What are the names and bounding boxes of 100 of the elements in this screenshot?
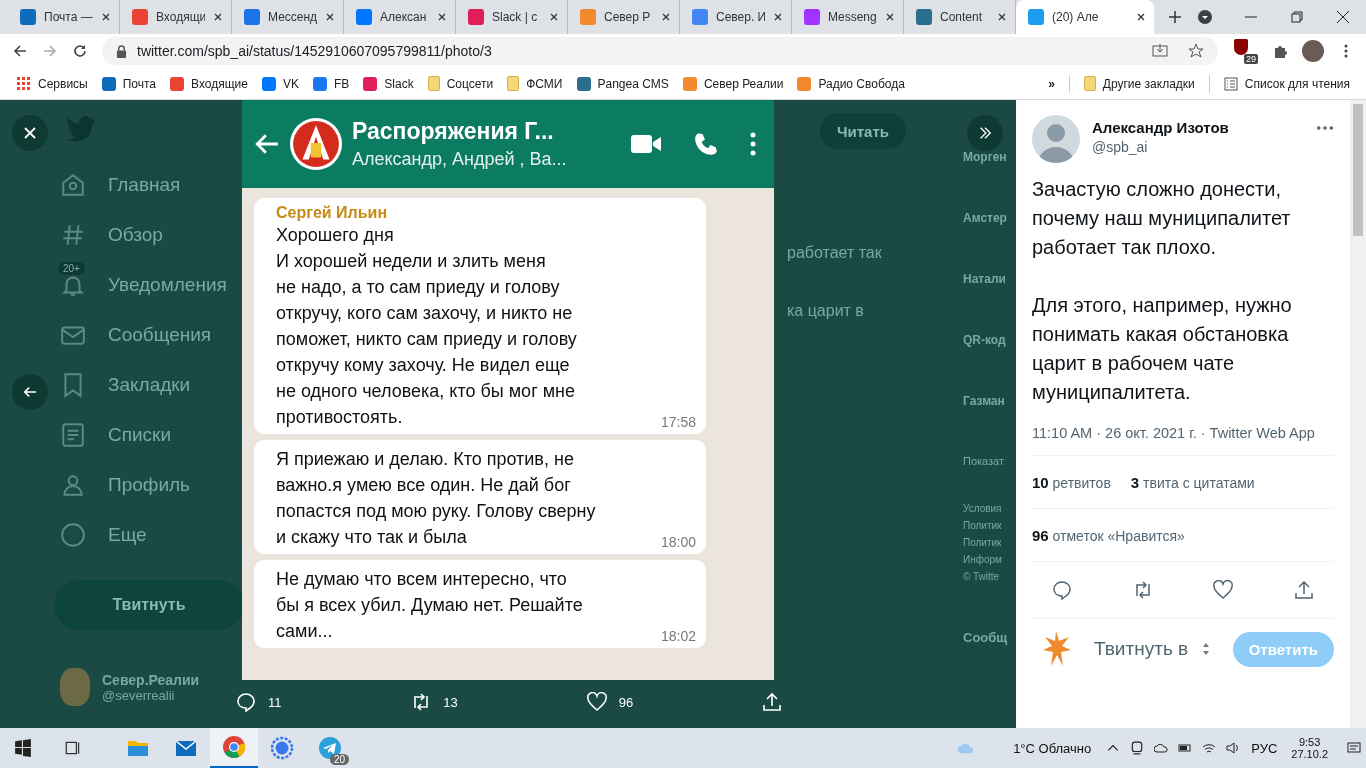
reply-icon[interactable]	[236, 692, 256, 712]
tab-search-icon[interactable]	[1197, 9, 1213, 25]
close-tab-icon[interactable]	[997, 12, 1007, 22]
heart-icon[interactable]	[586, 692, 607, 712]
bookmark[interactable]: ФСМИ	[501, 73, 569, 94]
avatar-icon[interactable]	[1032, 115, 1080, 163]
nav-item[interactable]: Сообщения	[60, 310, 242, 360]
nav-item[interactable]: Обзор	[60, 210, 242, 260]
like-button[interactable]: 96	[586, 692, 707, 712]
task-view-icon[interactable]	[64, 739, 82, 757]
weather-text[interactable]: 1°C Облачно	[1013, 740, 1092, 756]
restore-icon[interactable]	[1289, 9, 1305, 25]
close-tab-icon[interactable]	[101, 12, 111, 22]
show-more-link[interactable]: Показат	[963, 455, 1005, 467]
close-tab-icon[interactable]	[661, 12, 671, 22]
previous-button[interactable]	[12, 374, 48, 410]
language-indicator[interactable]: РУС	[1251, 740, 1278, 756]
nav-item[interactable]: Главная	[60, 160, 242, 210]
footer-link[interactable]: Политик	[963, 520, 1002, 531]
cloud-icon[interactable]	[1154, 741, 1169, 755]
close-icon[interactable]	[1335, 9, 1351, 25]
nav-item[interactable]: Закладки	[60, 360, 242, 410]
bookmark[interactable]: Почта	[95, 73, 163, 94]
retweet-button[interactable]: 13	[411, 692, 532, 712]
speaker-icon[interactable]	[1226, 741, 1241, 755]
close-tab-icon[interactable]	[885, 12, 895, 22]
close-tab-icon[interactable]	[549, 12, 559, 22]
browser-icon[interactable]	[222, 735, 246, 759]
trend-title[interactable]: Амстер	[963, 211, 1007, 225]
footer-link[interactable]: © Twitte	[963, 571, 1002, 582]
share-icon[interactable]	[762, 692, 782, 712]
reload-icon[interactable]	[72, 43, 88, 59]
taskbar-app[interactable]: 20	[306, 728, 354, 768]
trend-title[interactable]: QR-код	[963, 333, 1006, 347]
trend-title[interactable]: Газман	[963, 394, 1005, 408]
scrollbar-thumb[interactable]	[1353, 104, 1363, 236]
bookmark[interactable]: VK	[255, 73, 305, 94]
install-icon[interactable]	[1152, 43, 1168, 59]
trend-title[interactable]: Морген	[963, 150, 1007, 164]
nav-item[interactable]: Еще	[60, 510, 242, 560]
bookmark[interactable]: Slack	[357, 73, 420, 94]
footer-link[interactable]: Информ	[963, 554, 1002, 565]
like-icon[interactable]	[1213, 580, 1234, 600]
more-bookmarks-button[interactable]: »	[1042, 73, 1061, 94]
close-tab-icon[interactable]	[1136, 12, 1146, 22]
nav-item[interactable]: Профиль	[60, 460, 242, 510]
browser-tab[interactable]: (20) Але	[1016, 0, 1154, 34]
footer-link[interactable]: Политик	[963, 537, 1002, 548]
bookmark[interactable]: Pangea CMS	[570, 73, 675, 94]
battery-icon[interactable]	[1178, 741, 1193, 755]
close-tab-icon[interactable]	[213, 12, 223, 22]
reply-icon[interactable]	[1052, 580, 1073, 600]
chat-bubble-icon[interactable]	[270, 736, 294, 760]
new-tab-icon[interactable]	[1168, 10, 1182, 24]
lock-icon[interactable]	[116, 44, 127, 58]
bookmark[interactable]: FB	[306, 73, 356, 94]
bookmark[interactable]: Сервисы	[10, 73, 94, 94]
webcam-icon[interactable]	[1130, 741, 1145, 755]
star-icon[interactable]	[1188, 43, 1204, 59]
account-name: Север.Реалии	[102, 671, 200, 688]
read-button[interactable]: Читать	[820, 113, 906, 149]
arrow-left-icon[interactable]	[23, 385, 37, 399]
close-tab-icon[interactable]	[325, 12, 335, 22]
bookmark[interactable]: Соцсети	[421, 73, 500, 94]
more-icon[interactable]	[1316, 125, 1334, 131]
expand-button[interactable]	[967, 115, 1003, 151]
likes-link[interactable]: 96 отметок «Нравится»	[1032, 526, 1185, 544]
address-bar[interactable]: twitter.com/spb_ai/status/1452910607095799811/photo/3	[102, 37, 1218, 65]
puzzle-icon[interactable]	[1272, 43, 1288, 59]
close-button[interactable]	[12, 115, 48, 151]
share-icon[interactable]	[1293, 580, 1314, 600]
double-chevron-icon[interactable]	[978, 126, 992, 140]
start-icon[interactable]	[14, 739, 32, 757]
avatar-icon[interactable]	[1302, 40, 1324, 62]
bookmark[interactable]: Север Реалии	[676, 73, 790, 94]
clock-date[interactable]: 27.10.2	[1291, 748, 1328, 760]
trend-title[interactable]: Натали	[963, 272, 1006, 286]
close-tab-icon[interactable]	[773, 12, 783, 22]
back-icon[interactable]	[12, 43, 28, 59]
bookmark[interactable]: Входящие	[164, 73, 254, 94]
taskbar-app[interactable]	[210, 728, 258, 768]
retweets-link[interactable]: 10 ретвитов	[1032, 473, 1111, 491]
bookmark[interactable]: Радио Свобода	[791, 73, 911, 94]
tweet-button[interactable]: Твитнуть	[54, 580, 244, 630]
close-tab-icon[interactable]	[437, 12, 447, 22]
nav-item[interactable]: Списки	[60, 410, 242, 460]
reply-button[interactable]: 11	[236, 692, 356, 712]
reading-list-button[interactable]: Список для чтения	[1217, 73, 1356, 94]
author-handle[interactable]: @spb_ai	[1092, 139, 1304, 155]
wifi-icon[interactable]	[1202, 741, 1217, 755]
shield-icon[interactable]	[1234, 39, 1248, 55]
nav-item[interactable]: 20+ Уведомления	[60, 260, 242, 310]
quotes-link[interactable]: 3 твита с цитатами	[1130, 473, 1255, 491]
stepper-icon[interactable]	[1202, 641, 1210, 657]
clock-time[interactable]: 9:53	[1298, 736, 1321, 748]
more-icon	[60, 522, 86, 548]
notifications-icon[interactable]	[1347, 741, 1361, 755]
author-name[interactable]: Александр Изотов	[1092, 119, 1304, 136]
bookmark[interactable]: Другие закладки	[1077, 73, 1201, 94]
footer-link[interactable]: Условия	[963, 503, 1002, 514]
